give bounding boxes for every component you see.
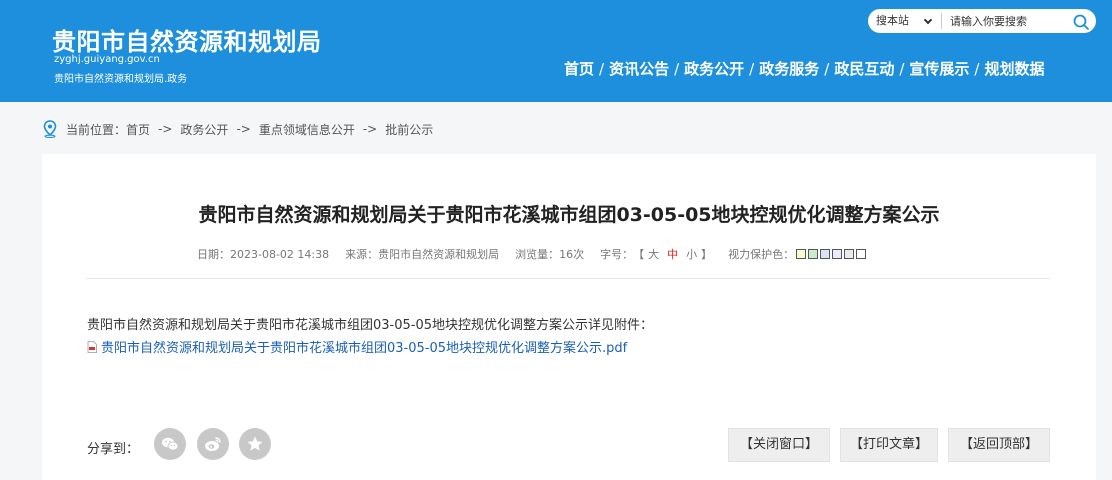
eye-care-swatches	[796, 249, 867, 259]
search-scope-select[interactable]: 搜本站	[868, 9, 940, 33]
breadcrumb-current[interactable]: 批前公示	[385, 121, 433, 138]
eye-care-swatch-yellow[interactable]	[796, 249, 807, 259]
main-nav: 首页 / 资讯公告 / 政务公开 / 政务服务 / 政民互动 / 宣传展示 / …	[564, 58, 1044, 79]
print-article-button[interactable]: 【打印文章】	[840, 428, 938, 462]
source-value: 贵阳市自然资源和规划局	[378, 248, 500, 261]
nav-item-gov-affairs[interactable]: 政务公开	[684, 58, 744, 79]
source-label: 来源：	[345, 248, 379, 261]
breadcrumb-prefix: 当前位置：	[66, 122, 127, 137]
fontsize-medium-button[interactable]: 中	[667, 246, 678, 262]
share-wechat-button[interactable]	[154, 428, 186, 460]
breadcrumb-gov-affairs[interactable]: 政务公开	[180, 121, 228, 138]
site-subtitle: 贵阳市自然资源和规划局.政务	[54, 74, 188, 85]
location-pin-icon	[43, 120, 57, 138]
views-value: 16次	[559, 248, 585, 261]
nav-separator: /	[974, 59, 980, 78]
search-divider	[941, 13, 942, 29]
article-panel: 贵阳市自然资源和规划局关于贵阳市花溪城市组团03-05-05地块控规优化调整方案…	[42, 154, 1096, 480]
eye-care-swatch-gray[interactable]	[844, 249, 855, 259]
wechat-icon	[162, 437, 179, 451]
breadcrumb-arrow: ->	[158, 122, 173, 136]
share-weibo-button[interactable]	[197, 428, 229, 460]
eye-care-label: 视力保护色：	[728, 248, 795, 261]
pdf-file-icon	[87, 340, 97, 353]
eye-care-swatch-blue[interactable]	[820, 249, 831, 259]
nav-separator: /	[674, 59, 680, 78]
fontsize-large-button[interactable]: 大	[648, 246, 659, 262]
chevron-down-icon	[923, 15, 933, 25]
search-box: 搜本站	[868, 9, 1096, 33]
meta-divider	[86, 278, 1050, 279]
site-title[interactable]: 贵阳市自然资源和规划局	[52, 22, 322, 57]
site-header: 贵阳市自然资源和规划局 zyghj.guiyang.gov.cn 贵阳市自然资源…	[0, 0, 1112, 102]
nav-item-publicity[interactable]: 宣传展示	[909, 58, 969, 79]
nav-separator: /	[899, 59, 905, 78]
search-icon[interactable]	[1072, 13, 1090, 31]
attachment-name: 贵阳市自然资源和规划局关于贵阳市花溪城市组团03-05-05地块控规优化调整方案…	[101, 341, 628, 356]
star-icon	[247, 436, 263, 451]
article-body: 贵阳市自然资源和规划局关于贵阳市花溪城市组团03-05-05地块控规优化调整方案…	[87, 318, 654, 333]
nav-item-home[interactable]: 首页	[564, 58, 594, 79]
date-label: 日期：	[197, 248, 230, 261]
back-to-top-button[interactable]: 【返回顶部】	[948, 428, 1050, 462]
share-favorite-button[interactable]	[239, 428, 271, 460]
eye-care-swatch-white[interactable]	[856, 249, 867, 259]
breadcrumb-arrow: ->	[236, 122, 251, 136]
views-label: 浏览量：	[515, 248, 560, 261]
site-domain: zyghj.guiyang.gov.cn	[54, 54, 160, 65]
date-value: 2023-08-02 14:38	[230, 247, 330, 261]
search-input[interactable]	[950, 9, 1062, 33]
nav-separator: /	[824, 59, 830, 78]
nav-item-planning-data[interactable]: 规划数据	[984, 58, 1044, 79]
eye-care-swatch-purple[interactable]	[832, 249, 843, 259]
close-window-button[interactable]: 【关闭窗口】	[728, 428, 830, 462]
fontsize-label: 字号：	[600, 248, 634, 261]
breadcrumb-arrow: ->	[362, 122, 378, 136]
search-scope-value: 搜本站	[876, 14, 909, 27]
article-title: 贵阳市自然资源和规划局关于贵阳市花溪城市组团03-05-05地块控规优化调整方案…	[198, 204, 940, 226]
breadcrumb-key-areas[interactable]: 重点领域信息公开	[259, 121, 355, 138]
nav-item-interaction[interactable]: 政民互动	[834, 58, 894, 79]
breadcrumb-home[interactable]: 首页	[126, 121, 150, 138]
weibo-icon	[205, 437, 221, 451]
nav-item-gov-services[interactable]: 政务服务	[759, 58, 819, 79]
share-label: 分享到：	[87, 442, 140, 457]
attachment-link[interactable]: 贵阳市自然资源和规划局关于贵阳市花溪城市组团03-05-05地块控规优化调整方案…	[87, 337, 627, 356]
fontsize-small-button[interactable]: 小	[686, 246, 697, 262]
eye-care-swatch-green[interactable]	[808, 249, 819, 259]
nav-separator: /	[749, 59, 755, 78]
nav-separator: /	[599, 59, 605, 78]
fontsize-bracket-close: 】	[701, 248, 713, 261]
fontsize-bracket-open: 【	[633, 248, 645, 261]
article-meta: 日期： 2023-08-02 14:38 来源： 贵阳市自然资源和规划局 浏览量…	[197, 246, 867, 262]
breadcrumb: 当前位置： 首页 -> 政务公开 -> 重点领域信息公开 -> 批前公示	[42, 120, 433, 138]
nav-item-news[interactable]: 资讯公告	[609, 58, 669, 79]
